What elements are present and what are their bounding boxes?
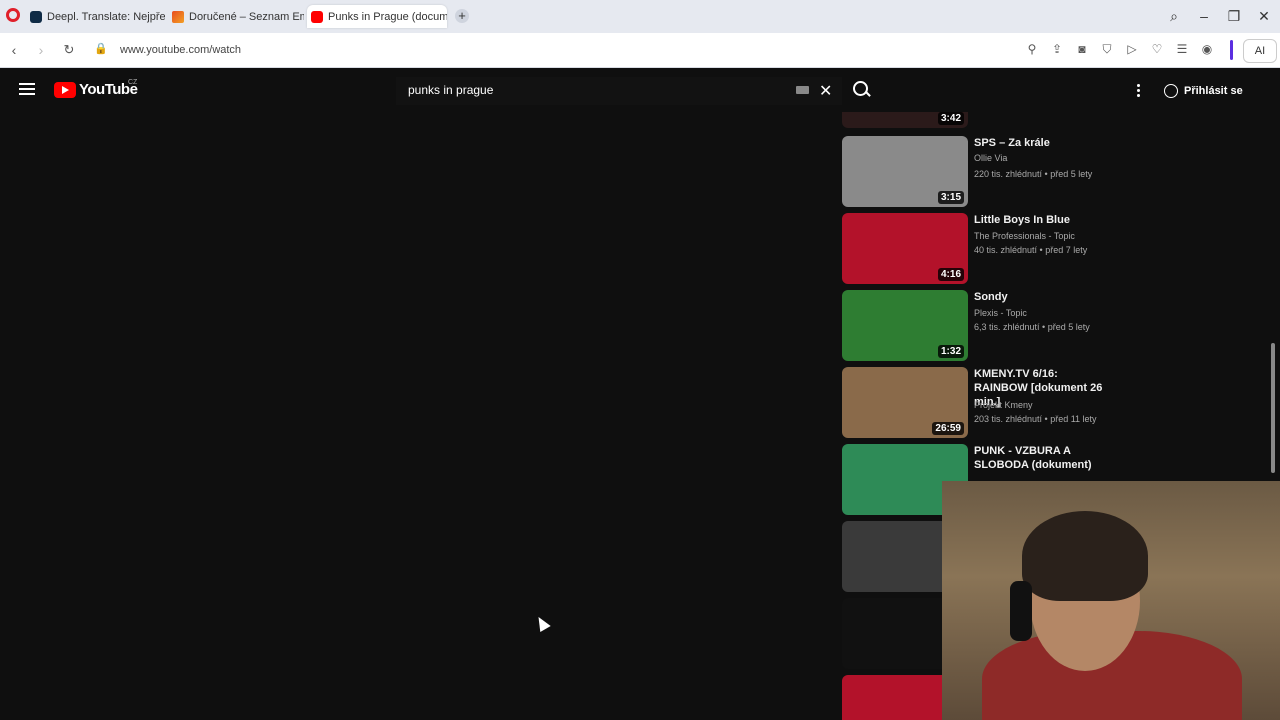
related-channel[interactable]: Plexis - Topic: [974, 308, 1027, 318]
duration-badge: 1:32: [937, 345, 964, 358]
search-button[interactable]: [848, 77, 876, 105]
tab-label: Doručené – Seznam Email: [189, 10, 304, 23]
sign-in-button[interactable]: Přihlásit se: [1164, 80, 1243, 102]
youtube-play-icon: [54, 81, 76, 98]
ai-button[interactable]: AI: [1243, 39, 1277, 63]
sign-in-label: Přihlásit se: [1184, 85, 1243, 97]
camera-icon[interactable]: ◙: [1075, 42, 1089, 56]
url-field[interactable]: www.youtube.com/watch: [120, 44, 241, 56]
related-channel[interactable]: Projekt Kmeny: [974, 400, 1033, 410]
sidebar-indicator: [1230, 40, 1233, 60]
more-options-icon[interactable]: [1137, 84, 1141, 99]
lock-icon: 🔒: [94, 43, 108, 55]
region-badge: CZ: [128, 79, 138, 86]
opera-logo-icon[interactable]: [6, 8, 20, 22]
youtube-logo[interactable]: YouTube CZ: [54, 79, 138, 98]
related-title[interactable]: Little Boys In Blue: [974, 213, 1114, 227]
search-input[interactable]: punks in prague ✕: [396, 77, 842, 105]
youtube-favicon-icon: [311, 10, 323, 23]
search-tabs-icon[interactable]: ⌕: [1166, 8, 1182, 25]
forward-icon[interactable]: ›: [33, 42, 49, 58]
webcam-overlay: [942, 481, 1280, 720]
tab-deepl[interactable]: Deepl. Translate: Nejpřesn: [30, 5, 165, 28]
duration-badge: 4:16: [937, 268, 964, 281]
share-icon[interactable]: ⇪: [1050, 42, 1064, 56]
zoom-icon[interactable]: ⚲: [1025, 42, 1039, 56]
related-title[interactable]: PUNK - VZBURA A SLOBODA (dokument): [974, 444, 1114, 472]
tab-youtube[interactable]: Punks in Prague (docume: [307, 5, 447, 28]
search-query: punks in prague: [408, 83, 494, 97]
related-meta: 220 tis. zhlédnutí • před 5 lety: [974, 169, 1093, 179]
duration-badge: 3:15: [937, 191, 964, 204]
youtube-header: YouTube CZ punks in prague ✕ Přihlásit s…: [0, 68, 1280, 114]
keyboard-icon[interactable]: [796, 86, 809, 94]
tab-label: Punks in Prague (docume: [328, 10, 447, 23]
browser-tab-bar: Deepl. Translate: Nejpřesn Doručené – Se…: [0, 0, 1280, 33]
related-title[interactable]: SPS – Za krále: [974, 136, 1114, 150]
deepl-favicon-icon: [30, 10, 42, 23]
reload-icon[interactable]: ↻: [61, 42, 77, 58]
player-icon[interactable]: ▷: [1125, 42, 1139, 56]
related-thumbnail[interactable]: 26:59: [842, 367, 968, 438]
webcam-hair: [1022, 511, 1148, 601]
minimize-icon[interactable]: –: [1196, 8, 1212, 24]
related-meta: 203 tis. zhlédnutí • před 11 lety: [974, 414, 1097, 424]
duration-badge: 3:42: [937, 112, 964, 125]
related-meta: 6,3 tis. zhlédnutí • před 5 lety: [974, 322, 1090, 332]
new-tab-button[interactable]: +: [455, 9, 469, 23]
shield-icon[interactable]: ⛉: [1100, 42, 1114, 56]
headset-icon: [1010, 581, 1032, 641]
related-thumbnail[interactable]: 1:32: [842, 290, 968, 361]
related-thumbnail[interactable]: 3:15: [842, 136, 968, 207]
page-scrollbar[interactable]: [1271, 343, 1275, 473]
tab-seznam-email[interactable]: Doručené – Seznam Email: [172, 5, 304, 28]
user-circle-icon: [1164, 84, 1178, 98]
profile-icon[interactable]: ◉: [1200, 42, 1214, 56]
clear-search-icon[interactable]: ✕: [819, 81, 832, 101]
restore-icon[interactable]: ❐: [1226, 8, 1242, 25]
related-channel[interactable]: Ollie Via: [974, 153, 1007, 163]
seznam-favicon-icon: [172, 10, 184, 23]
related-channel[interactable]: The Professionals - Topic: [974, 231, 1075, 241]
close-window-icon[interactable]: ✕: [1256, 8, 1272, 25]
related-thumbnail[interactable]: 3:42: [842, 112, 968, 128]
heart-icon[interactable]: ♡: [1150, 42, 1164, 56]
address-bar: ‹ › ↻ 🔒 www.youtube.com/watch ⚲ ⇪ ◙ ⛉ ▷ …: [0, 33, 1280, 68]
related-title[interactable]: Sondy: [974, 290, 1114, 304]
related-thumbnail[interactable]: 4:16: [842, 213, 968, 284]
hamburger-menu-icon[interactable]: [19, 83, 35, 95]
duration-badge: 26:59: [932, 422, 964, 435]
related-meta: 40 tis. zhlédnutí • před 7 lety: [974, 245, 1088, 255]
tab-label: Deepl. Translate: Nejpřesn: [47, 10, 165, 23]
menu-list-icon[interactable]: ☰: [1175, 42, 1189, 56]
back-icon[interactable]: ‹: [6, 42, 22, 58]
